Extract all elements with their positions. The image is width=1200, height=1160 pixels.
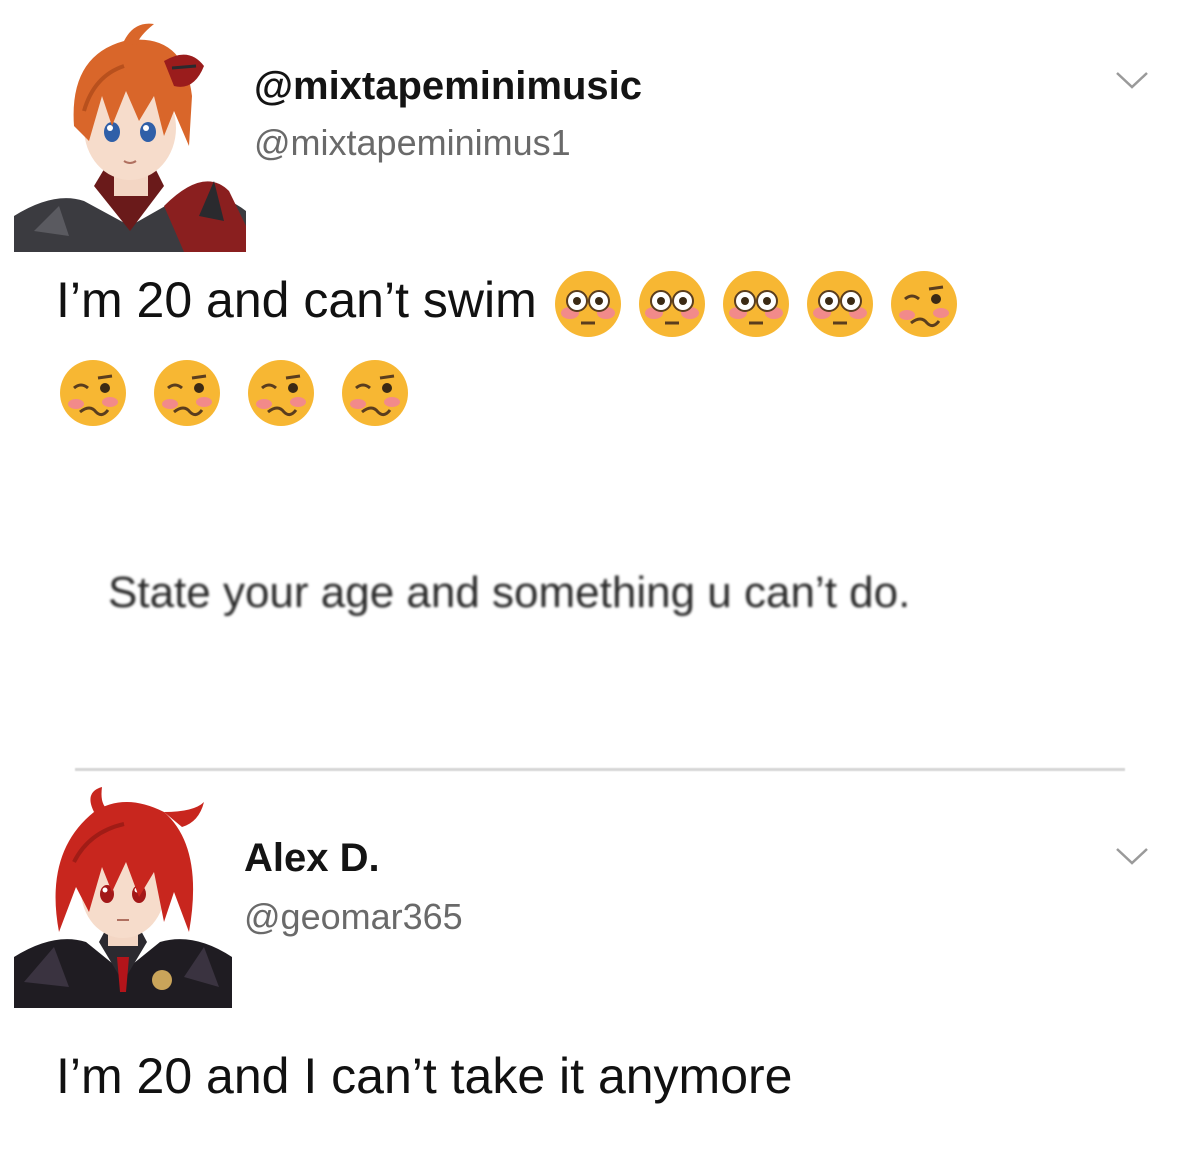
emoji-row-line2 — [58, 358, 434, 428]
tweet-text: I’m 20 and I can’t take it anymore — [56, 1048, 793, 1104]
woozy-face-icon — [58, 358, 128, 428]
flushed-face-icon — [721, 269, 791, 339]
tweet-2: Alex D. @geomar365 I’m 20 and I can’t ta… — [0, 776, 1200, 1160]
tweet-text-content: I’m 20 and can’t swim — [56, 272, 537, 328]
display-name[interactable]: Alex D. — [244, 836, 380, 881]
flushed-face-icon — [553, 269, 623, 339]
user-handle[interactable]: @geomar365 — [244, 896, 463, 938]
flushed-face-icon — [805, 269, 875, 339]
tweet-text: I’m 20 and can’t swim — [56, 258, 959, 342]
woozy-face-icon — [246, 358, 316, 428]
divider — [75, 768, 1125, 771]
user-handle[interactable]: @mixtapeminimus1 — [254, 122, 571, 164]
avatar-mixtapeminimusic[interactable] — [14, 16, 246, 252]
chevron-down-icon[interactable] — [1114, 68, 1150, 92]
woozy-face-icon — [152, 358, 222, 428]
woozy-face-icon — [889, 269, 959, 339]
woozy-face-icon — [340, 358, 410, 428]
chevron-down-icon[interactable] — [1114, 844, 1150, 868]
flushed-face-icon — [637, 269, 707, 339]
tweet-1: @mixtapeminimusic @mixtapeminimus1 I’m 2… — [0, 0, 1200, 480]
avatar-alex-d[interactable] — [14, 782, 232, 1008]
quoted-tweet-text: State your age and something u can’t do. — [108, 568, 911, 617]
display-name[interactable]: @mixtapeminimusic — [254, 64, 642, 109]
